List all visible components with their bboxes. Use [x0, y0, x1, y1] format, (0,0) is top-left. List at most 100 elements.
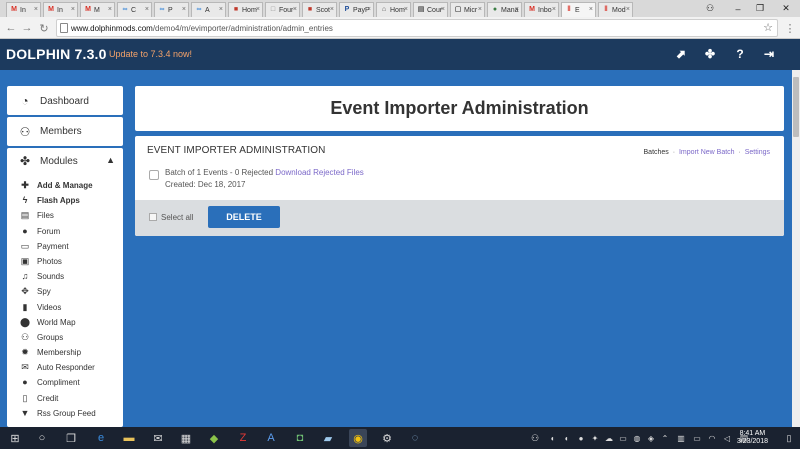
browser-tab[interactable]: M Inbo × [524, 2, 559, 17]
browser-tab[interactable]: ● Mana × [487, 2, 522, 17]
browser-tab[interactable]: ■ Scot × [302, 2, 337, 17]
update-link[interactable]: Update to 7.3.4 now! [109, 49, 192, 59]
browser-tab[interactable]: ▢ Micr × [450, 2, 485, 17]
close-tab-icon[interactable]: × [71, 6, 75, 13]
tray-icon[interactable]: ✦ [588, 431, 602, 445]
edge-icon[interactable]: e [94, 431, 108, 445]
browser-menu-icon[interactable]: ⋮ [783, 21, 797, 35]
select-all-label[interactable]: Select all [161, 213, 193, 222]
search-icon[interactable]: ○ [35, 431, 49, 445]
close-tab-icon[interactable]: × [552, 6, 556, 13]
battery-icon[interactable]: ▭ [690, 431, 704, 445]
download-rejected-link[interactable]: Download Rejected Files [275, 168, 364, 177]
batches-link[interactable]: Batches [644, 149, 669, 156]
sidebar-module-item[interactable]: ● Forum [7, 224, 123, 239]
sidebar-module-item[interactable]: ▤ Files [7, 208, 123, 223]
close-tab-icon[interactable]: × [626, 6, 630, 13]
translate-icon[interactable]: A [264, 431, 278, 445]
settings-link[interactable]: Settings [745, 149, 770, 156]
url-input[interactable]: www.dolphinmods.com/demo4/m/evimporter/a… [56, 19, 778, 37]
profile-icon[interactable]: ⚇ [696, 0, 724, 17]
logout-icon[interactable]: ⇥ [762, 47, 776, 61]
file-explorer-icon[interactable]: ▬ [122, 431, 136, 445]
sidebar-module-item[interactable]: ϟ Flash Apps [7, 193, 123, 208]
browser-tab[interactable]: ∞ C × [117, 2, 152, 17]
sidebar-item-dashboard[interactable]: ◔ Dashboard [7, 86, 123, 115]
close-tab-icon[interactable]: × [330, 6, 334, 13]
close-tab-icon[interactable]: × [182, 6, 186, 13]
sidebar-module-item[interactable]: ✥ Spy [7, 284, 123, 299]
sidebar-module-item[interactable]: ♫ Sounds [7, 269, 123, 284]
close-tab-icon[interactable]: × [367, 6, 371, 13]
page-info-icon[interactable] [60, 23, 68, 33]
chevron-up-icon[interactable]: ⌃ [658, 431, 672, 445]
sidebar-module-item[interactable]: ⬤ World Map [7, 315, 123, 330]
tray-icon[interactable]: ◐ [546, 431, 560, 445]
select-all-checkbox[interactable] [149, 213, 157, 221]
wifi-icon[interactable]: ◠ [705, 431, 719, 445]
scrollbar-thumb[interactable] [793, 77, 799, 137]
close-tab-icon[interactable]: × [441, 6, 445, 13]
sidebar-module-item[interactable]: ● Compliment [7, 375, 123, 390]
chrome-icon[interactable]: ◉ [349, 429, 367, 447]
close-tab-icon[interactable]: × [589, 6, 593, 13]
sidebar-module-item[interactable]: ⚇ Groups [7, 330, 123, 345]
batch-checkbox[interactable] [149, 170, 159, 180]
close-tab-icon[interactable]: × [219, 6, 223, 13]
external-link-icon[interactable]: ⬈ [674, 47, 688, 61]
tray-icon[interactable]: ◈ [644, 431, 658, 445]
close-tab-icon[interactable]: × [515, 6, 519, 13]
network-icon[interactable]: ▥ [674, 431, 688, 445]
close-tab-icon[interactable]: × [404, 6, 408, 13]
browser-tab[interactable]: M In × [6, 2, 41, 17]
task-view-icon[interactable]: ❐ [64, 431, 78, 445]
browser-tab[interactable]: M In × [43, 2, 78, 17]
sidebar-modules-label[interactable]: Modules [40, 156, 78, 167]
tray-icon[interactable]: ▭ [616, 431, 630, 445]
restore-window-button[interactable]: ❐ [746, 0, 774, 17]
windows-start-icon[interactable]: ⊞ [8, 431, 22, 445]
browser-tab[interactable]: ‖ E × [561, 2, 596, 17]
close-tab-icon[interactable]: × [478, 6, 482, 13]
browser-tab[interactable]: ■ Hom × [228, 2, 263, 17]
delete-button[interactable]: DELETE [208, 206, 280, 228]
close-tab-icon[interactable]: × [145, 6, 149, 13]
close-tab-icon[interactable]: × [34, 6, 38, 13]
app-icon[interactable]: ◘ [293, 431, 307, 445]
browser-tab[interactable]: M M × [80, 2, 115, 17]
taskbar-clock[interactable]: 8:41 AM 3/23/2018 [737, 430, 768, 446]
sidebar-module-item[interactable]: ▭ Payment [7, 239, 123, 254]
sidebar-module-item[interactable]: ✹ Membership [7, 345, 123, 360]
sidebar-item-members[interactable]: ⚇ Members [7, 117, 123, 146]
mail-icon[interactable]: ✉ [151, 431, 165, 445]
bookmark-star-icon[interactable]: ☆ [763, 21, 773, 34]
puzzle-icon[interactable]: ✤ [703, 47, 717, 61]
browser-tab[interactable]: ▤ Cour × [413, 2, 448, 17]
volume-icon[interactable]: ◁ [720, 431, 734, 445]
browser-tab[interactable]: P PayP × [339, 2, 374, 17]
reload-icon[interactable]: ↻ [37, 21, 51, 35]
tray-icon[interactable]: ◍ [630, 431, 644, 445]
store-icon[interactable]: ▦ [179, 431, 193, 445]
app-icon[interactable]: ◆ [207, 431, 221, 445]
import-new-batch-link[interactable]: Import New Batch [679, 149, 735, 156]
sidebar-module-item[interactable]: ▼ Rss Group Feed [7, 406, 123, 421]
forward-arrow-icon[interactable]: → [20, 21, 34, 35]
browser-tab[interactable]: ‖ Mod × [598, 2, 633, 17]
sidebar-module-item[interactable]: ✉ Auto Responder [7, 360, 123, 375]
app-icon[interactable]: ◌ [408, 431, 422, 445]
tray-icon[interactable]: ◐ [560, 431, 574, 445]
close-tab-icon[interactable]: × [256, 6, 260, 13]
help-icon[interactable]: ? [733, 47, 747, 61]
sidebar-module-item[interactable]: ▯ Credit [7, 391, 123, 406]
sidebar-module-item[interactable]: ▣ Photos [7, 254, 123, 269]
browser-tab[interactable]: ⌂ Hom × [376, 2, 411, 17]
brand-logo[interactable]: DOLPHIN 7.3.0 [6, 46, 107, 62]
tray-icon[interactable]: ● [574, 431, 588, 445]
settings-gear-icon[interactable]: ⚙ [380, 431, 394, 445]
notifications-icon[interactable]: ▯ [782, 431, 796, 445]
filezilla-icon[interactable]: Z [236, 431, 250, 445]
close-tab-icon[interactable]: × [293, 6, 297, 13]
chevron-up-icon[interactable]: ▲ [106, 155, 115, 165]
notepad-icon[interactable]: ▰ [321, 431, 335, 445]
